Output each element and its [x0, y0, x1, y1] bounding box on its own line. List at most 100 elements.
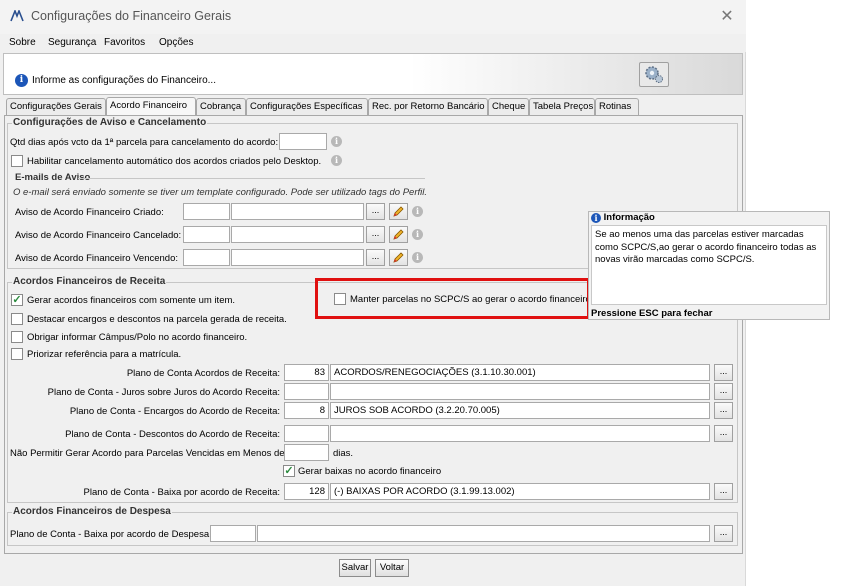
- aviso-cancelado-desc-input[interactable]: [231, 226, 364, 243]
- info-banner: i Informe as configurações do Financeiro…: [3, 53, 743, 95]
- plano-acordos-receita-desc-input[interactable]: ACORDOS/RENEGOCIAÇÕES (3.1.10.30.001): [330, 364, 710, 381]
- plano-encargos-code-input[interactable]: 8: [284, 402, 329, 419]
- gerar-baixas-checkbox[interactable]: ✓: [283, 465, 295, 477]
- priorizar-referencia-label: Priorizar referência para a matrícula.: [27, 349, 182, 360]
- plano-baixa-receita-desc-input[interactable]: (-) BAIXAS POR ACORDO (3.1.99.13.002): [330, 483, 710, 500]
- settings-gear-button[interactable]: [639, 62, 669, 87]
- destacar-encargos-checkbox[interactable]: [11, 313, 23, 325]
- nao-permitir-dias-input[interactable]: [284, 444, 329, 461]
- menu-seguranca[interactable]: Segurança: [48, 37, 96, 48]
- pencil-icon: [393, 252, 404, 263]
- plano-baixa-receita-label: Plano de Conta - Baixa por acordo de Rec…: [83, 487, 280, 498]
- gerar-somente-um-item-checkbox[interactable]: ✓: [11, 294, 23, 306]
- aviso-cancelado-code-input[interactable]: [183, 226, 230, 243]
- plano-baixa-receita-code-input[interactable]: 128: [284, 483, 329, 500]
- window-title: Configurações do Financeiro Gerais: [31, 9, 232, 23]
- tab-acordo-financeiro[interactable]: Acordo Financeiro: [106, 97, 196, 115]
- plano-acordos-receita-label: Plano de Conta Acordos de Receita:: [126, 368, 280, 379]
- plano-juros-search-button[interactable]: ...: [714, 383, 733, 400]
- tab-configuracoes-gerais[interactable]: Configurações Gerais: [6, 98, 106, 115]
- tab-rec-retorno-bancario[interactable]: Rec. por Retorno Bancário: [368, 98, 488, 115]
- destacar-encargos-label: Destacar encargos e descontos na parcela…: [27, 314, 287, 325]
- highlight-box: [315, 278, 590, 319]
- tab-configuracoes-especificas[interactable]: Configurações Específicas: [246, 98, 368, 115]
- priorizar-referencia-checkbox[interactable]: [11, 348, 23, 360]
- aviso-criado-label: Aviso de Acordo Financeiro Criado:: [15, 207, 164, 218]
- menu-bar: Sobre Segurança Favoritos Opções: [0, 34, 746, 52]
- aviso-criado-desc-input[interactable]: [231, 203, 364, 220]
- aviso-criado-search-button[interactable]: ...: [366, 203, 385, 220]
- aviso-criado-code-input[interactable]: [183, 203, 230, 220]
- plano-encargos-label: Plano de Conta - Encargos do Acordo de R…: [69, 406, 280, 417]
- info-banner-text: Informe as configurações do Financeiro..…: [32, 75, 216, 86]
- pencil-icon: [393, 229, 404, 240]
- aviso-vencendo-edit-button[interactable]: [389, 249, 408, 266]
- help-icon[interactable]: i: [412, 252, 423, 263]
- plano-descontos-search-button[interactable]: ...: [714, 425, 733, 442]
- tab-cheque[interactable]: Cheque: [488, 98, 529, 115]
- qtd-dias-label: Qtd dias após vcto da 1ª parcela para ca…: [10, 137, 279, 148]
- plano-encargos-desc-input[interactable]: JUROS SOB ACORDO (3.2.20.70.005): [330, 402, 710, 419]
- close-icon[interactable]: ✕: [716, 6, 738, 28]
- plano-descontos-desc-input[interactable]: [330, 425, 710, 442]
- plano-acordos-receita-code-input[interactable]: 83: [284, 364, 329, 381]
- group-title: Configurações de Aviso e Cancelamento: [12, 117, 208, 128]
- menu-sobre[interactable]: Sobre: [9, 37, 36, 48]
- help-icon[interactable]: i: [331, 136, 342, 147]
- info-icon: i: [591, 213, 601, 223]
- group-title: Acordos Financeiros de Receita: [12, 276, 167, 287]
- gerar-somente-um-item-label: Gerar acordos financeiros com somente um…: [27, 295, 236, 306]
- habilitar-cancelamento-checkbox[interactable]: [11, 155, 23, 167]
- popup-header: i Informação: [589, 212, 829, 224]
- aviso-vencendo-code-input[interactable]: [183, 249, 230, 266]
- plano-juros-code-input[interactable]: [284, 383, 329, 400]
- app-logo-icon: [10, 10, 24, 22]
- plano-descontos-label: Plano de Conta - Descontos do Acordo de …: [65, 429, 280, 440]
- plano-encargos-search-button[interactable]: ...: [714, 402, 733, 419]
- help-icon[interactable]: i: [412, 229, 423, 240]
- habilitar-cancelamento-label: Habilitar cancelamento automático dos ac…: [27, 156, 322, 167]
- popup-footer: Pressione ESC para fechar: [591, 308, 713, 319]
- aviso-vencendo-label: Aviso de Acordo Financeiro Vencendo:: [15, 253, 179, 264]
- aviso-cancelado-label: Aviso de Acordo Financeiro Cancelado:: [15, 230, 182, 241]
- back-button[interactable]: Voltar: [375, 559, 409, 577]
- aviso-criado-edit-button[interactable]: [389, 203, 408, 220]
- aviso-vencendo-desc-input[interactable]: [231, 249, 364, 266]
- obrigar-campus-checkbox[interactable]: [11, 331, 23, 343]
- plano-juros-label: Plano de Conta - Juros sobre Juros do Ac…: [47, 387, 280, 398]
- help-icon[interactable]: i: [412, 206, 423, 217]
- tab-tabela-precos[interactable]: Tabela Preços: [529, 98, 595, 115]
- gear-icon: [645, 66, 663, 83]
- plano-baixa-despesa-search-button[interactable]: ...: [714, 525, 733, 542]
- dias-label: dias.: [333, 448, 354, 459]
- help-icon[interactable]: i: [331, 155, 342, 166]
- gerar-baixas-label: Gerar baixas no acordo financeiro: [298, 466, 442, 477]
- pencil-icon: [393, 206, 404, 217]
- plano-baixa-despesa-desc-input[interactable]: [257, 525, 710, 542]
- aviso-cancelado-edit-button[interactable]: [389, 226, 408, 243]
- plano-juros-desc-input[interactable]: [330, 383, 710, 400]
- aviso-vencendo-search-button[interactable]: ...: [366, 249, 385, 266]
- obrigar-campus-label: Obrigar informar Câmpus/Polo no acordo f…: [27, 332, 248, 343]
- save-button[interactable]: Salvar: [339, 559, 371, 577]
- tab-cobranca[interactable]: Cobrança: [196, 98, 246, 115]
- emails-note: O e-mail será enviado somente se tiver u…: [13, 187, 427, 198]
- nao-permitir-label: Não Permitir Gerar Acordo para Parcelas …: [10, 448, 285, 459]
- title-bar: Configurações do Financeiro Gerais ✕: [0, 0, 746, 34]
- plano-baixa-receita-search-button[interactable]: ...: [714, 483, 733, 500]
- menu-favoritos[interactable]: Favoritos: [104, 37, 145, 48]
- qtd-dias-input[interactable]: [279, 133, 327, 150]
- plano-descontos-code-input[interactable]: [284, 425, 329, 442]
- popup-title: Informação: [603, 212, 655, 223]
- info-icon: i: [15, 74, 28, 87]
- group-title: Acordos Financeiros de Despesa: [12, 506, 172, 517]
- menu-opcoes[interactable]: Opções: [159, 37, 193, 48]
- plano-baixa-despesa-code-input[interactable]: [210, 525, 256, 542]
- info-popup: i Informação Se ao menos uma das parcela…: [588, 211, 830, 320]
- aviso-cancelado-search-button[interactable]: ...: [366, 226, 385, 243]
- divider: [78, 178, 425, 179]
- tab-rotinas[interactable]: Rotinas: [595, 98, 639, 115]
- plano-acordos-receita-search-button[interactable]: ...: [714, 364, 733, 381]
- plano-baixa-despesa-label: Plano de Conta - Baixa por acordo de Des…: [10, 529, 212, 540]
- popup-message: Se ao menos uma das parcelas estiver mar…: [591, 225, 827, 305]
